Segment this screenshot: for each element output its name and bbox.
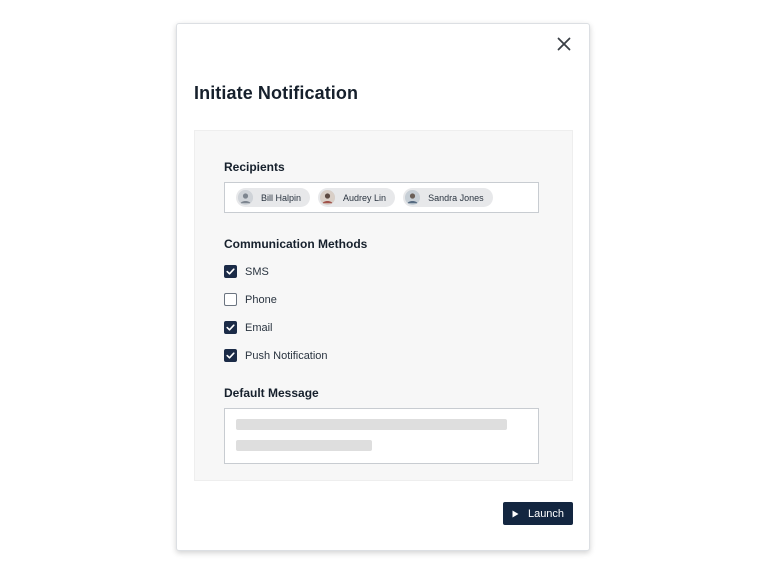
default-message-label: Default Message [224, 386, 319, 400]
phone-checkbox[interactable] [224, 293, 237, 306]
message-placeholder-line [236, 440, 372, 451]
method-email[interactable]: Email [224, 321, 273, 334]
recipient-chip-sandra-jones[interactable]: Sandra Jones [403, 188, 493, 207]
modal-title: Initiate Notification [194, 83, 359, 103]
recipients-field[interactable]: Bill Halpin Audrey Lin Sandra Jones [224, 182, 539, 213]
check-icon [226, 324, 235, 331]
push-notification-checkbox[interactable] [224, 349, 237, 362]
notification-form-panel: Recipients Bill Halpin Audrey Lin Sandra… [194, 130, 573, 481]
default-message-textarea[interactable] [224, 408, 539, 464]
recipient-chip-audrey-lin[interactable]: Audrey Lin [318, 188, 396, 207]
email-label: Email [245, 321, 273, 334]
launch-button[interactable]: Launch [503, 502, 573, 525]
close-icon[interactable] [555, 35, 573, 53]
notification-modal: Initiate Notification Recipients Bill Ha… [176, 23, 590, 551]
check-icon [226, 268, 235, 275]
phone-label: Phone [245, 293, 277, 306]
avatar [320, 190, 336, 205]
sms-checkbox[interactable] [224, 265, 237, 278]
recipient-chip-bill-halpin[interactable]: Bill Halpin [236, 188, 311, 207]
method-push-notification[interactable]: Push Notification [224, 349, 328, 362]
launch-button-label: Launch [527, 507, 565, 520]
recipient-chip-name: Sandra Jones [428, 192, 484, 203]
push-notification-label: Push Notification [245, 349, 328, 362]
avatar [238, 190, 253, 205]
message-placeholder-line [236, 419, 507, 430]
avatar [405, 190, 421, 205]
recipients-label: Recipients [224, 160, 285, 174]
method-sms[interactable]: SMS [224, 265, 269, 278]
recipient-chip-name: Audrey Lin [343, 192, 387, 203]
play-icon [512, 510, 519, 517]
email-checkbox[interactable] [224, 321, 237, 334]
recipient-chip-name: Bill Halpin [261, 192, 302, 203]
check-icon [226, 352, 235, 359]
sms-label: SMS [245, 265, 269, 278]
communication-methods-label: Communication Methods [224, 237, 368, 251]
method-phone[interactable]: Phone [224, 293, 277, 306]
